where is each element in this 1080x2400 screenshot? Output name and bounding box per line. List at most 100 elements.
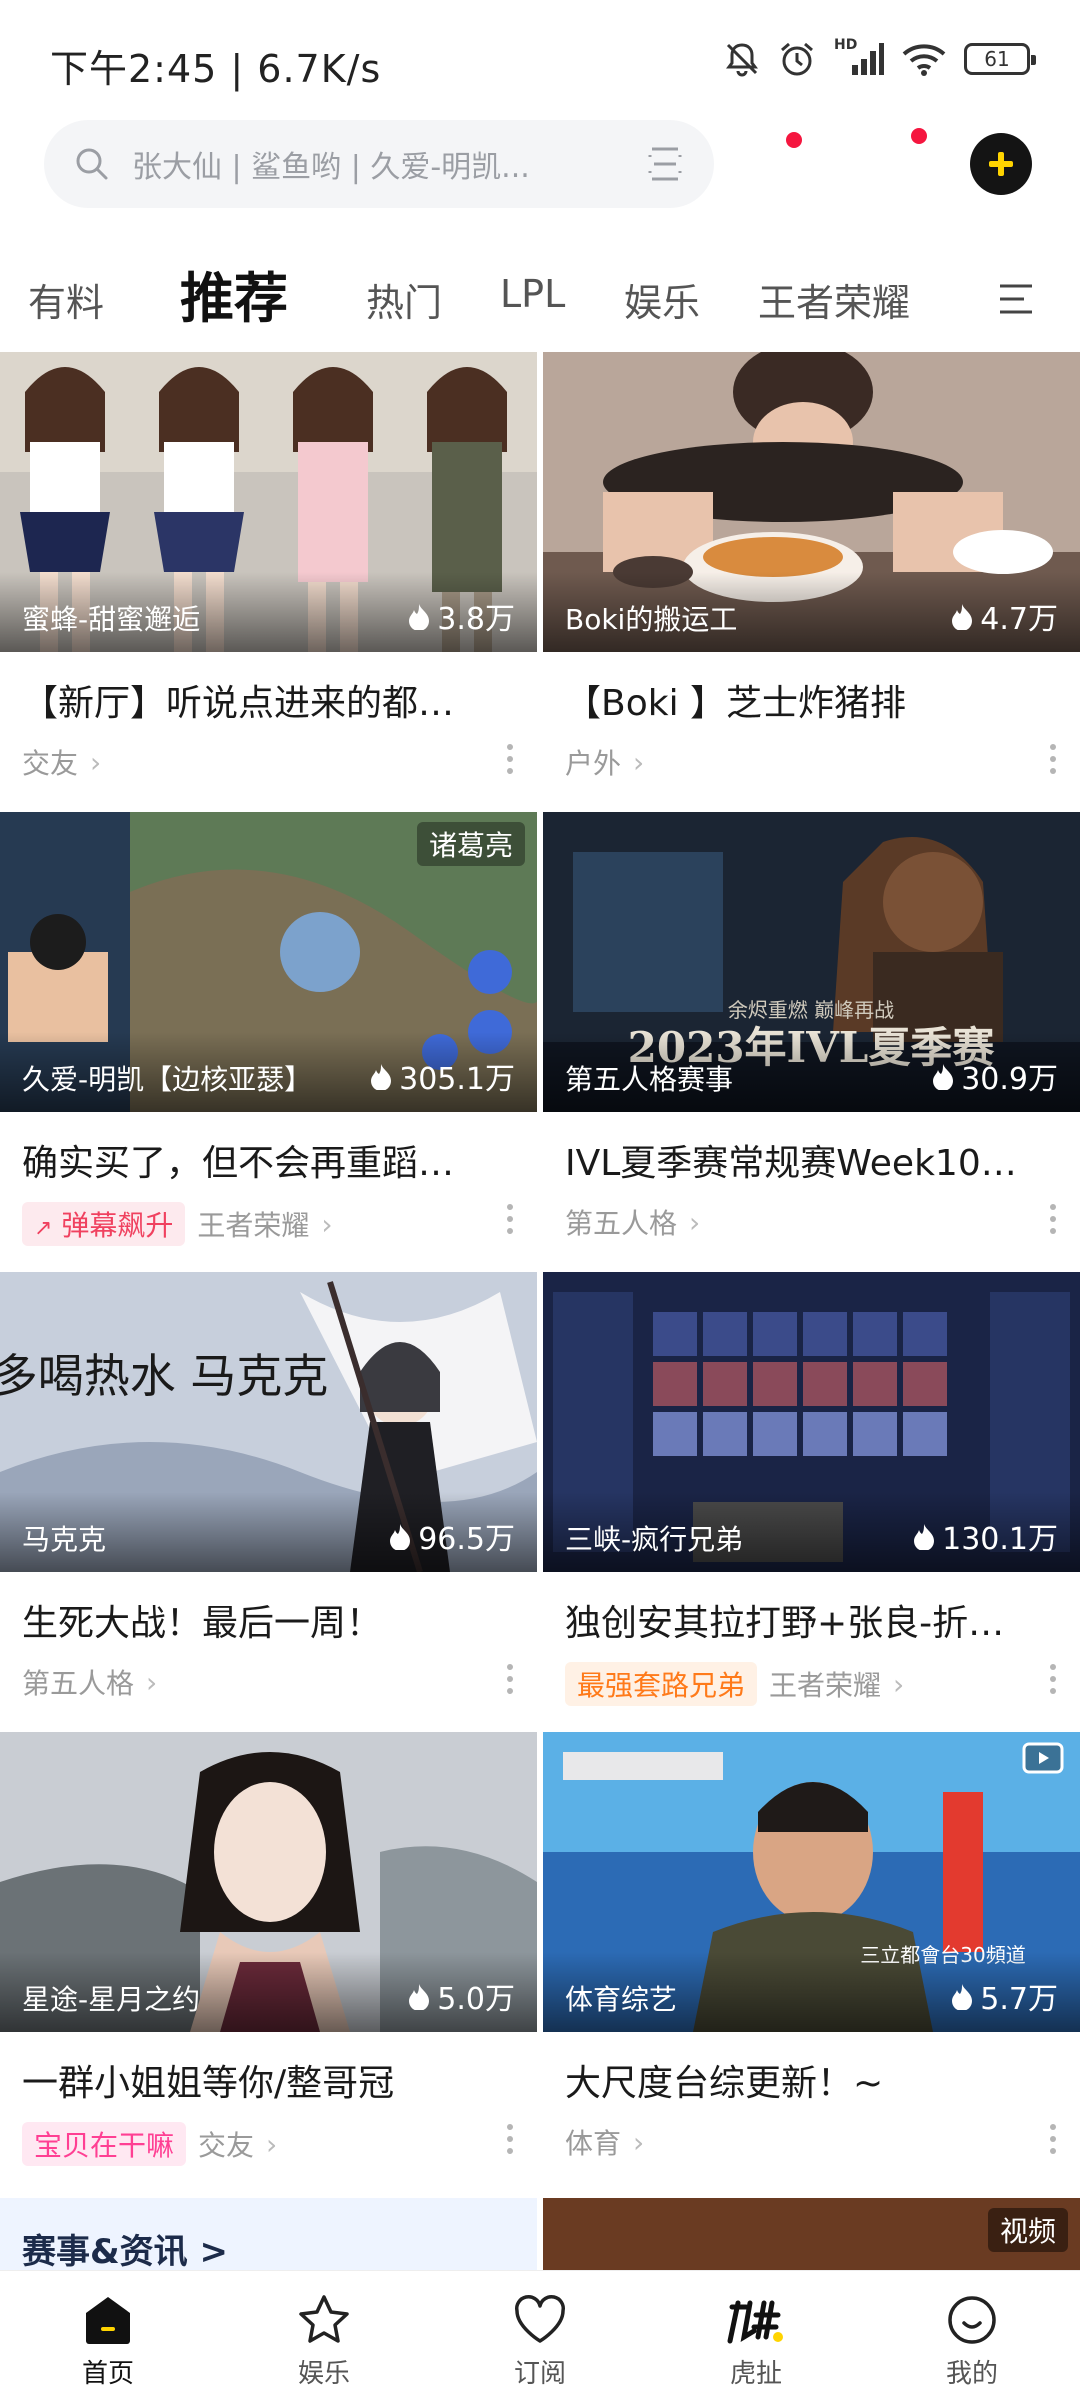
streamer-name: 三峡-疯行兄弟 [565, 1523, 744, 1556]
more-options-icon[interactable] [507, 744, 515, 774]
more-options-icon[interactable] [1050, 1204, 1058, 1234]
category-tabs: 有料 推荐 热门 LPL 娱乐 王者荣耀 [0, 250, 1080, 350]
stream-meta: 最强套路兄弟 王者荣耀 › [565, 1662, 904, 1706]
video-play-icon [1022, 1742, 1064, 1774]
hero-tag: 诸葛亮 [416, 822, 525, 866]
popularity-count: 5.0万 [437, 1982, 515, 2017]
flame-icon [371, 1064, 392, 1090]
profile-icon [948, 2296, 996, 2344]
stream-title: IVL夏季赛常规赛Week10… [565, 1143, 1017, 1184]
search-placeholder: 张大仙 | 鲨鱼哟 | 久爱-明凯... [132, 150, 530, 185]
tab-recommend[interactable]: 推荐 [180, 254, 288, 333]
more-options-icon[interactable] [507, 1664, 515, 1694]
chevron-right-icon: › [689, 1205, 701, 1239]
video-card[interactable]: 视频 [543, 2198, 1080, 2278]
streamer-name: 第五人格赛事 [565, 1063, 734, 1096]
nav-subscribe-label: 订阅 [513, 2359, 566, 2389]
nav-subscribe[interactable]: 订阅 [432, 2271, 648, 2400]
stream-meta: 户外 › [565, 742, 644, 782]
tag-badge: 最强套路兄弟 [565, 1662, 758, 1706]
stream-card[interactable]: 2023年IVL夏季赛 余烬重燃 巅峰再战 第五人格赛事 30.9万 IVL夏季… [543, 812, 1080, 1262]
events-news-card[interactable]: 赛事&资讯 > [0, 2198, 537, 2278]
more-options-icon[interactable] [507, 1204, 515, 1234]
popularity-count: 305.1万 [399, 1062, 515, 1097]
flame-icon [409, 604, 430, 630]
status-bar: 下午2:45 | 6.7K/s HD 61 [0, 0, 1080, 120]
popularity: 96.5万 [388, 1514, 515, 1558]
stream-card[interactable]: 蜜蜂-甜蜜邂逅 3.8万 【新厅】听说点进来的都… 交友 › [0, 352, 537, 802]
category-link[interactable]: 交友 [22, 742, 78, 782]
flame-icon [409, 1984, 430, 2010]
stream-meta: 宝贝在干嘛 交友 › [22, 2122, 277, 2166]
flame-icon [390, 1524, 411, 1550]
stream-card[interactable]: 诸葛亮 久爱-明凯【边核亚瑟】 305.1万 确实买了，但不会再重蹈… ↗ 弹幕… [0, 812, 537, 1262]
stream-thumbnail: 蜜蜂-甜蜜邂逅 3.8万 [0, 352, 537, 652]
tab-entertainment[interactable]: 娱乐 [624, 272, 700, 327]
chevron-right-icon: › [321, 1207, 333, 1241]
notification-dot [911, 128, 927, 144]
status-icons: HD 61 [724, 37, 1036, 78]
signal-icon: HD [834, 37, 884, 77]
poster-text: 多喝热水 马克克 [0, 1349, 328, 1403]
more-options-icon[interactable] [507, 2124, 515, 2154]
tag-badge: 宝贝在干嘛 [22, 2122, 187, 2166]
streamer-name: 马克克 [22, 1523, 107, 1556]
category-link[interactable]: 第五人格 [565, 1202, 677, 1242]
streamer-name: Boki的搬运工 [565, 603, 738, 636]
category-link[interactable]: 户外 [565, 742, 621, 782]
nav-entertainment[interactable]: 娱乐 [216, 2271, 432, 2400]
category-link[interactable]: 王者荣耀 [197, 1204, 309, 1244]
stream-thumbnail: 多喝热水 马克克 马克克 96.5万 [0, 1272, 537, 1572]
search-icon [76, 148, 108, 180]
popularity: 4.7万 [950, 594, 1058, 638]
more-options-icon[interactable] [1050, 1664, 1058, 1694]
stream-title: 独创安其拉打野+张良-折… [565, 1603, 1005, 1644]
stream-card[interactable]: Boki的搬运工 4.7万 【Boki 】芝士炸猪排 户外 › [543, 352, 1080, 802]
nav-huche[interactable]: 虎扯 [648, 2271, 864, 2400]
nav-home[interactable]: 首页 [0, 2271, 216, 2400]
more-options-icon[interactable] [1050, 2124, 1058, 2154]
popularity-count: 5.7万 [980, 1982, 1058, 2017]
menu-icon[interactable] [998, 282, 1034, 316]
stream-title: 一群小姐姐等你/整哥冠 [22, 2063, 395, 2104]
search-bar[interactable]: 张大仙 | 鲨鱼哟 | 久爱-明凯... [44, 120, 714, 208]
tab-lpl[interactable]: LPL [500, 272, 565, 316]
stream-meta: 交友 › [22, 742, 101, 782]
stream-title: 【新厅】听说点进来的都… [22, 683, 455, 724]
tab-hot[interactable]: 热门 [366, 272, 442, 327]
category-link[interactable]: 体育 [565, 2122, 621, 2162]
more-options-icon[interactable] [1050, 744, 1058, 774]
bell-muted-icon [726, 43, 758, 77]
stream-title: 确实买了，但不会再重蹈… [22, 1143, 455, 1184]
nav-profile-label: 我的 [945, 2359, 998, 2389]
stream-card[interactable]: 三峡-疯行兄弟 130.1万 独创安其拉打野+张良-折… 最强套路兄弟 王者荣耀… [543, 1272, 1080, 1722]
stream-card[interactable]: 三立都會台30頻道 体育综艺 5.7万 大尺度台综更新！~ 体育 › [543, 1732, 1080, 2182]
battery-level: 61 [984, 47, 1010, 71]
status-time: 下午2:45 | 6.7K/s [50, 47, 382, 91]
add-button[interactable] [970, 133, 1032, 195]
category-link[interactable]: 交友 [198, 2124, 254, 2164]
streamer-name: 体育综艺 [565, 1983, 678, 2016]
stream-card[interactable]: 星途-星月之约 5.0万 一群小姐姐等你/整哥冠 宝贝在干嘛 交友 › [0, 1732, 537, 2182]
popularity-count: 30.9万 [961, 1062, 1058, 1097]
huche-icon [727, 2300, 783, 2344]
stream-title: 生死大战！最后一周！ [22, 1603, 383, 1644]
streamer-name: 蜜蜂-甜蜜邂逅 [22, 603, 201, 636]
wifi-icon [902, 44, 946, 76]
event-banner-subtext: 余烬重燃 巅峰再战 [728, 998, 894, 1022]
scan-icon[interactable] [646, 145, 684, 183]
events-news-title: 赛事&资讯 > [22, 2232, 228, 2272]
nav-profile[interactable]: 我的 [864, 2271, 1080, 2400]
trending-badge: ↗ 弹幕飙升 [22, 1202, 186, 1246]
tab-youliao[interactable]: 有料 [28, 272, 104, 327]
category-link[interactable]: 王者荣耀 [769, 1664, 881, 1704]
stream-card[interactable]: 多喝热水 马克克 马克克 96.5万 生死大战！最后一周！ 第五人格 › [0, 1272, 537, 1722]
tab-honor-of-kings[interactable]: 王者荣耀 [758, 272, 910, 327]
alarm-icon [781, 42, 813, 76]
category-link[interactable]: 第五人格 [22, 1662, 134, 1702]
popularity: 305.1万 [369, 1054, 515, 1098]
bottom-navigation: 首页 娱乐 订阅 虎扯 我的 [0, 2270, 1080, 2400]
popularity: 30.9万 [931, 1054, 1058, 1098]
nav-entertainment-label: 娱乐 [297, 2359, 350, 2389]
stream-title: 【Boki 】芝士炸猪排 [565, 683, 907, 724]
